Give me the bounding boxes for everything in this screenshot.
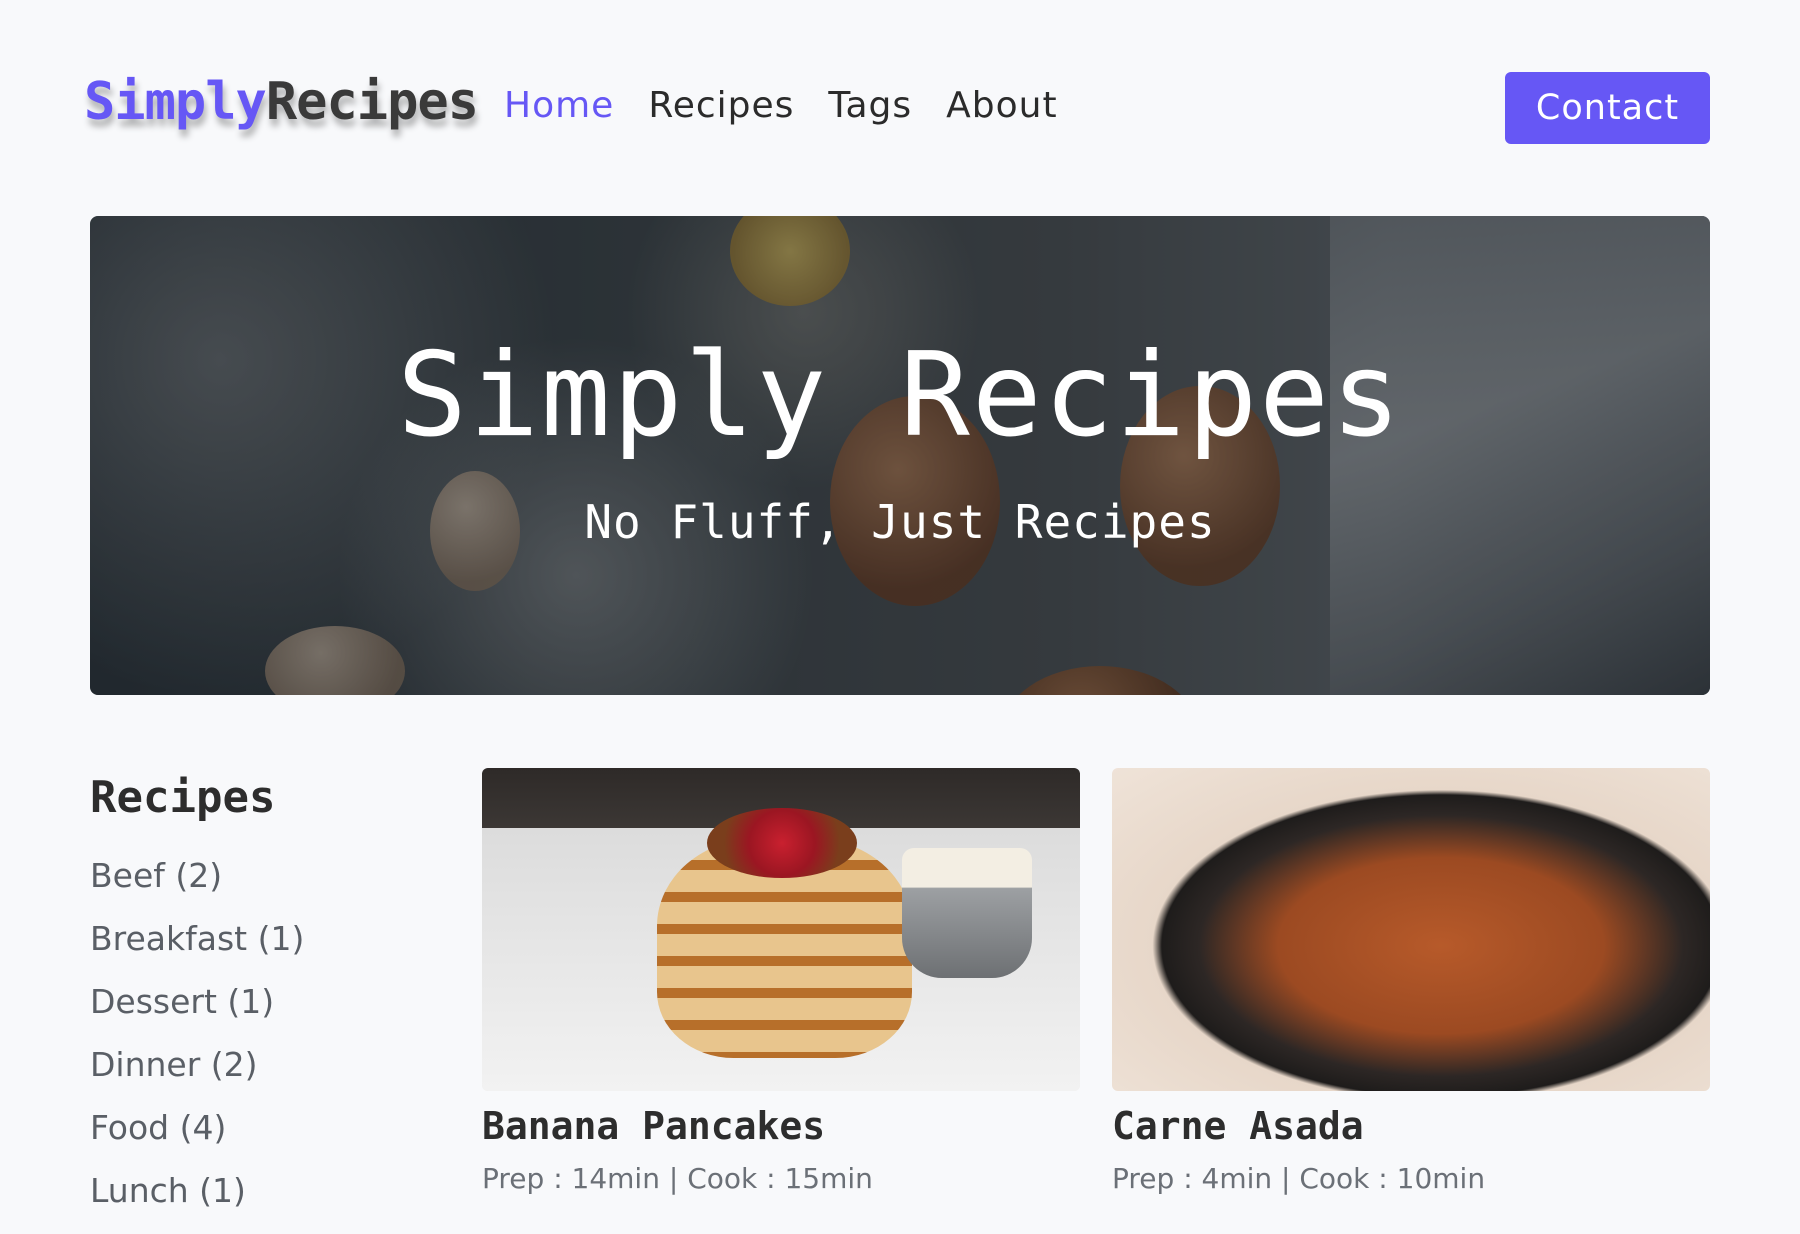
logo-part-simply: Simply <box>84 72 267 132</box>
recipe-title[interactable]: Carne Asada <box>1112 1103 1710 1149</box>
hero-banner: Simply Recipes No Fluff, Just Recipes <box>90 216 1710 695</box>
hero-subtitle: No Fluff, Just Recipes <box>584 495 1216 549</box>
nav-link-recipes[interactable]: Recipes <box>648 85 794 126</box>
sidebar-item-beef[interactable]: Beef (2) <box>90 856 430 919</box>
logo-part-recipes: Recipes <box>265 72 479 132</box>
recipe-meta: Prep : 4min | Cook : 10min <box>1112 1162 1486 1195</box>
recipe-image-carne-asada[interactable] <box>1112 768 1710 1091</box>
recipe-card-carne-asada[interactable]: Carne Asada Prep : 4min | Cook : 10min <box>1112 768 1710 1197</box>
top-navbar: SimplyRecipes Home Recipes Tags About Co… <box>0 0 1800 215</box>
sidebar-item-breakfast[interactable]: Breakfast (1) <box>90 919 430 982</box>
sidebar-item-dessert[interactable]: Dessert (1) <box>90 982 430 1045</box>
contact-button[interactable]: Contact <box>1505 72 1710 144</box>
recipe-meta: Prep : 14min | Cook : 15min <box>482 1162 873 1195</box>
sidebar-item-dinner[interactable]: Dinner (2) <box>90 1045 430 1108</box>
sidebar-item-lunch[interactable]: Lunch (1) <box>90 1171 430 1234</box>
nav-link-tags[interactable]: Tags <box>828 85 912 126</box>
nav-link-home[interactable]: Home <box>504 85 614 126</box>
recipe-title[interactable]: Banana Pancakes <box>482 1103 1080 1149</box>
nav-links: Home Recipes Tags About <box>504 80 1092 130</box>
recipe-card-banana-pancakes[interactable]: Banana Pancakes Prep : 14min | Cook : 15… <box>482 768 1080 1197</box>
image-cream-cup <box>902 848 1032 978</box>
nav-link-about[interactable]: About <box>946 85 1057 126</box>
site-logo[interactable]: SimplyRecipes <box>84 70 479 134</box>
recipe-image-pancakes[interactable] <box>482 768 1080 1091</box>
recipes-sidebar: Recipes Beef (2) Breakfast (1) Dessert (… <box>90 770 430 1234</box>
sidebar-item-food[interactable]: Food (4) <box>90 1108 430 1171</box>
hero-title: Simply Recipes <box>397 328 1403 463</box>
sidebar-title: Recipes <box>90 772 276 823</box>
image-strawberry-topping <box>707 808 857 878</box>
